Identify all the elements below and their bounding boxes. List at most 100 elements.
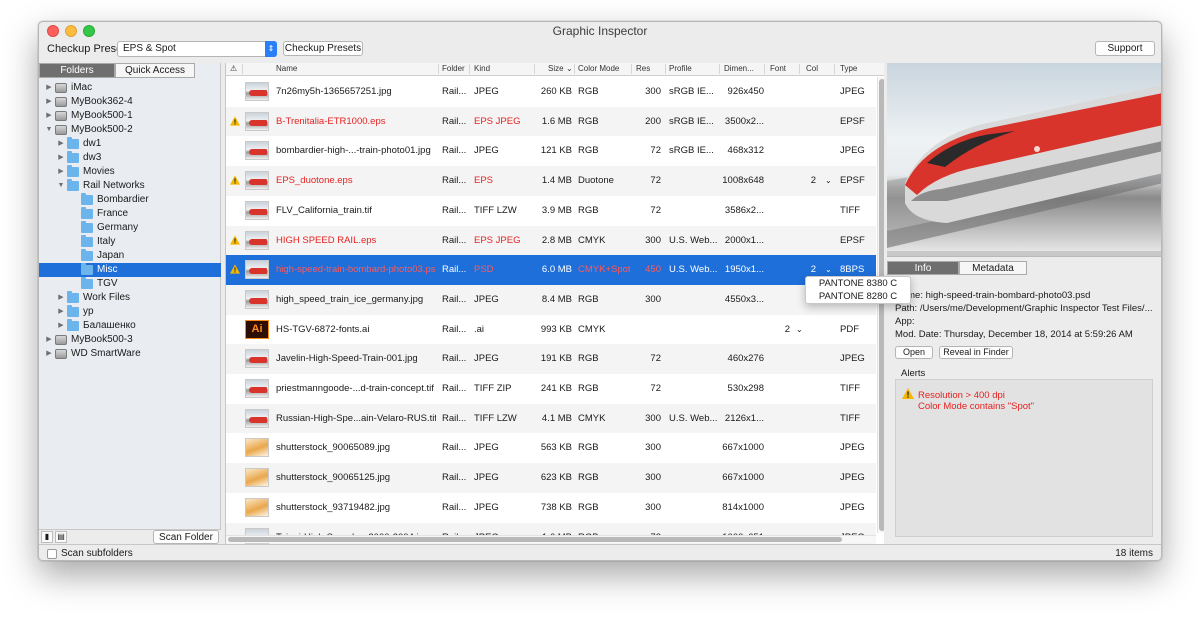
column-folder[interactable]: Folder — [442, 64, 465, 73]
sidebar-item-misc[interactable]: Misc — [39, 263, 221, 277]
column-col[interactable]: Col — [806, 64, 818, 73]
tab-metadata[interactable]: Metadata — [959, 261, 1027, 275]
cell-size: 4.1 MB — [532, 404, 572, 434]
checkup-presets-button[interactable]: Checkup Presets — [283, 41, 363, 56]
scan-folder-button[interactable]: Scan Folder — [153, 530, 219, 544]
cell-color: Duotone — [578, 166, 630, 196]
table-row[interactable]: shutterstock_93719482.jpgRail...JPEG738 … — [226, 493, 876, 523]
tab-info[interactable]: Info — [887, 261, 959, 275]
column-name[interactable]: Name — [276, 64, 297, 73]
cell-name: shutterstock_93719482.jpg — [276, 493, 436, 523]
table-row[interactable]: AiHS-TGV-6872-fonts.aiRail....ai993 KBCM… — [226, 315, 876, 345]
column-profile[interactable]: Profile — [669, 64, 692, 73]
cell-col — [806, 77, 816, 107]
tab-quick-access[interactable]: Quick Access — [115, 63, 195, 78]
thumbnail-image — [245, 349, 269, 368]
table-row[interactable]: HIGH SPEED RAIL.epsRail...EPS JPEG2.8 MB… — [226, 226, 876, 256]
warning-column-icon[interactable]: ⚠ — [230, 64, 237, 73]
disclosure-collapsed-icon[interactable]: ▶ — [45, 95, 53, 109]
table-row[interactable]: bombardier-high-...-train-photo01.jpgRai… — [226, 136, 876, 166]
column-font[interactable]: Font — [770, 64, 786, 73]
vertical-scroll-thumb[interactable] — [879, 79, 884, 531]
cell-type: JPEG — [840, 463, 874, 493]
table-row[interactable]: Javelin-High-Speed-Train-001.jpgRail...J… — [226, 344, 876, 374]
cell-font — [770, 196, 790, 226]
table-row[interactable]: shutterstock_90065125.jpgRail...JPEG623 … — [226, 463, 876, 493]
bookmark-icon[interactable]: ▮ — [41, 531, 53, 543]
cell-dim: 530x298 — [708, 374, 764, 404]
sidebar-item-балашенко[interactable]: ▶Балашенко — [39, 319, 221, 333]
sidebar-item-mybook362-4[interactable]: ▶MyBook362-4 — [39, 95, 221, 109]
sidebar-item-japan[interactable]: Japan — [39, 249, 221, 263]
mod-date-value: Thursday, December 18, 2014 at 5:59:26 A… — [944, 329, 1133, 340]
table-row[interactable]: high-speed-train-bombard-photo03.psdRail… — [226, 255, 876, 285]
sidebar-item-dw3[interactable]: ▶dw3 — [39, 151, 221, 165]
table-row[interactable]: 7n26my5h-1365657251.jpgRail...JPEG260 KB… — [226, 77, 876, 107]
cell-kind: .ai — [474, 315, 532, 345]
sidebar-item-tgv[interactable]: TGV — [39, 277, 221, 291]
disclosure-expanded-icon[interactable]: ▼ — [45, 123, 53, 137]
disclosure-collapsed-icon[interactable]: ▶ — [45, 347, 53, 361]
folder-icon — [67, 293, 79, 303]
sidebar-item-yp[interactable]: ▶yp — [39, 305, 221, 319]
reveal-in-finder-button[interactable]: Reveal in Finder — [939, 346, 1013, 359]
scan-subfolders-checkbox[interactable] — [47, 549, 57, 559]
chevron-down-icon[interactable]: ⌄ — [796, 315, 804, 345]
sidebar-item-germany[interactable]: Germany — [39, 221, 221, 235]
chevron-down-icon[interactable]: ⌄ — [825, 166, 833, 196]
sidebar-item-bombardier[interactable]: Bombardier — [39, 193, 221, 207]
column-dimensions[interactable]: Dimen... — [724, 64, 754, 73]
table-row[interactable]: shutterstock_90065089.jpgRail...JPEG563 … — [226, 433, 876, 463]
sidebar-item-rail-networks[interactable]: ▼Rail Networks — [39, 179, 221, 193]
horizontal-scroll-thumb[interactable] — [228, 537, 842, 542]
column-color-mode[interactable]: Color Mode — [578, 64, 619, 73]
info-path-row: Path: /Users/me/Development/Graphic Insp… — [895, 303, 1153, 314]
table-row[interactable]: high_speed_train_ice_germany.jpgRail...J… — [226, 285, 876, 315]
sidebar-item-france[interactable]: France — [39, 207, 221, 221]
folder-icon — [81, 223, 93, 233]
table-row[interactable]: B-Trenitalia-ETR1000.epsRail...EPS JPEG1… — [226, 107, 876, 137]
disclosure-collapsed-icon[interactable]: ▶ — [57, 291, 65, 305]
sidebar-item-wd-smartware[interactable]: ▶WD SmartWare — [39, 347, 221, 361]
sidebar-item-dw1[interactable]: ▶dw1 — [39, 137, 221, 151]
cell-font — [770, 374, 790, 404]
disclosure-collapsed-icon[interactable]: ▶ — [57, 305, 65, 319]
table-row[interactable]: Russian-High-Spe...ain-Velaro-RUS.tifRai… — [226, 404, 876, 434]
disclosure-collapsed-icon[interactable]: ▶ — [57, 165, 65, 179]
sidebar-item-imac[interactable]: ▶iMac — [39, 81, 221, 95]
sidebar-item-work-files[interactable]: ▶Work Files — [39, 291, 221, 305]
disclosure-collapsed-icon[interactable]: ▶ — [57, 319, 65, 333]
table-row[interactable]: FLV_California_train.tifRail...TIFF LZW3… — [226, 196, 876, 226]
table-vertical-scrollbar[interactable] — [877, 77, 884, 533]
cell-folder: Rail... — [442, 315, 468, 345]
sidebar-item-mybook500-1[interactable]: ▶MyBook500-1 — [39, 109, 221, 123]
column-res[interactable]: Res — [636, 64, 650, 73]
column-kind[interactable]: Kind — [474, 64, 490, 73]
cell-folder: Rail... — [442, 285, 468, 315]
disclosure-collapsed-icon[interactable]: ▶ — [45, 109, 53, 123]
sidebar-item-mybook500-3[interactable]: ▶MyBook500-3 — [39, 333, 221, 347]
disclosure-collapsed-icon[interactable]: ▶ — [45, 333, 53, 347]
thumbnail-image — [245, 112, 269, 131]
support-button[interactable]: Support — [1095, 41, 1155, 56]
sidebar-item-italy[interactable]: Italy — [39, 235, 221, 249]
disclosure-collapsed-icon[interactable]: ▶ — [45, 81, 53, 95]
disclosure-collapsed-icon[interactable]: ▶ — [57, 137, 65, 151]
disclosure-collapsed-icon[interactable]: ▶ — [57, 151, 65, 165]
cell-dim — [708, 315, 764, 345]
column-size[interactable]: Size — [548, 64, 564, 73]
column-type[interactable]: Type — [840, 64, 857, 73]
sidebar-item-mybook500-2[interactable]: ▼MyBook500-2 — [39, 123, 221, 137]
disclosure-expanded-icon[interactable]: ▼ — [57, 179, 65, 193]
open-button[interactable]: Open — [895, 346, 933, 359]
checkup-preset-select[interactable]: EPS & Spot ⇕ — [117, 41, 277, 57]
drive-icon — [55, 97, 67, 107]
tab-folders[interactable]: Folders — [39, 63, 115, 78]
table-row[interactable]: priestmanngoode-...d-train-concept.tifRa… — [226, 374, 876, 404]
table-row[interactable]: EPS_duotone.epsRail...EPS1.4 MBDuotone72… — [226, 166, 876, 196]
sidebar-item-movies[interactable]: ▶Movies — [39, 165, 221, 179]
warning-icon — [230, 264, 240, 274]
browse-icon[interactable]: ▤ — [55, 531, 67, 543]
cell-folder: Rail... — [442, 226, 468, 256]
table-horizontal-scrollbar[interactable] — [226, 535, 876, 543]
